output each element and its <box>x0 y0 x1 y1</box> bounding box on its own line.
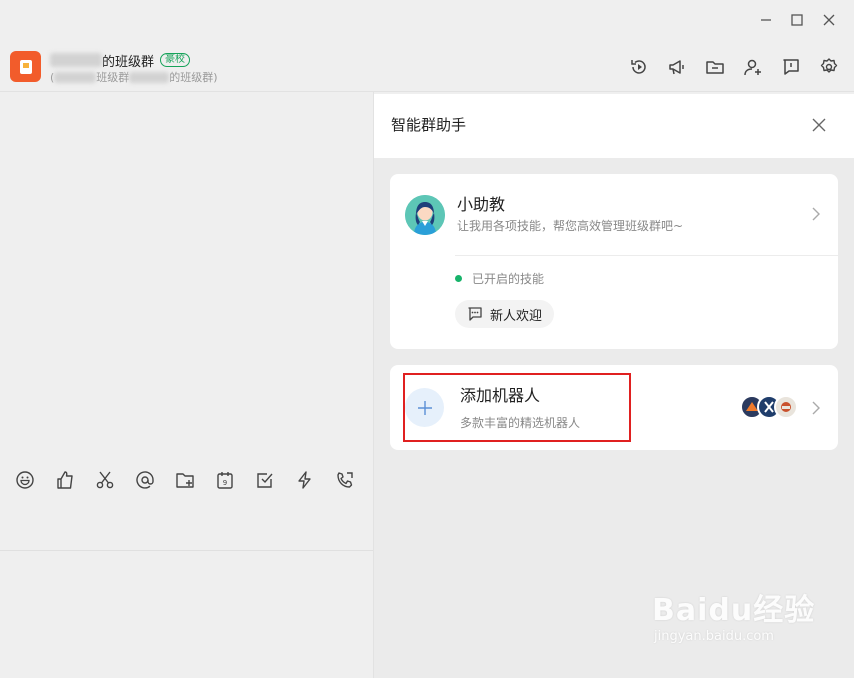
bot-avatars <box>740 395 800 421</box>
baidu-watermark: Baidu经验 jingyan.baidu.com <box>652 585 815 644</box>
chevron-right-icon <box>810 207 822 221</box>
group-name[interactable]: 的班级群 <box>102 51 154 70</box>
highlight-box <box>403 373 631 442</box>
folder-icon[interactable] <box>704 56 726 78</box>
group-name-row: 的班级群 豪校 <box>50 50 191 70</box>
phone-video-icon[interactable] <box>334 469 356 491</box>
skill-chip-label: 新人欢迎 <box>490 308 543 324</box>
chat-bubble-icon <box>468 307 482 321</box>
mention-icon[interactable] <box>134 469 156 491</box>
message-square-icon[interactable] <box>780 56 802 78</box>
minimize-icon[interactable] <box>756 10 776 30</box>
group-badge: 豪校 <box>160 53 191 67</box>
close-icon[interactable] <box>819 10 839 30</box>
maximize-icon[interactable] <box>787 10 807 30</box>
chevron-right-icon <box>810 401 822 415</box>
skills-label: 已开启的技能 <box>472 272 545 286</box>
card-divider <box>455 255 838 256</box>
add-bot-card[interactable]: 添加机器人 多款丰富的精选机器人 <box>390 365 838 450</box>
redacted-text <box>54 71 97 83</box>
assistant-avatar <box>405 195 445 235</box>
header-actions <box>628 56 840 78</box>
settings-icon[interactable] <box>818 56 840 78</box>
group-sub-suffix: 的班级群) <box>169 71 218 84</box>
announcement-icon[interactable] <box>666 56 688 78</box>
group-sub-mid: 班级群 <box>96 71 130 84</box>
like-icon[interactable] <box>54 469 76 491</box>
chat-header: 的班级群 豪校 ( 班级群 的班级群) <box>0 42 854 92</box>
lightning-icon[interactable] <box>294 469 316 491</box>
assistant-description: 让我用各项技能，帮您高效管理班级群吧~ <box>457 219 684 233</box>
history-icon[interactable] <box>628 56 650 78</box>
group-avatar[interactable] <box>10 51 41 82</box>
assistant-name: 小助教 <box>457 195 506 214</box>
bot-avatar <box>774 395 798 419</box>
input-toolbar: 9 <box>14 469 356 491</box>
status-dot <box>455 275 462 282</box>
watermark-sub: jingyan.baidu.com <box>654 629 774 644</box>
add-member-icon[interactable] <box>742 56 764 78</box>
redacted-text <box>129 71 170 83</box>
folder-add-icon[interactable] <box>174 469 196 491</box>
calendar-icon[interactable]: 9 <box>214 469 236 491</box>
svg-text:9: 9 <box>223 479 227 487</box>
panel-header: 智能群助手 <box>374 94 854 158</box>
redacted-text <box>50 53 102 67</box>
toolbar-divider <box>0 550 373 551</box>
scissors-icon[interactable] <box>94 469 116 491</box>
chat-message-area[interactable] <box>0 92 373 678</box>
skill-chip-welcome[interactable]: 新人欢迎 <box>455 300 555 328</box>
title-bar <box>0 0 854 42</box>
assistant-card[interactable]: 小助教 让我用各项技能，帮您高效管理班级群吧~ 已开启的技能 新人欢迎 <box>390 174 838 349</box>
checkbox-icon[interactable] <box>254 469 276 491</box>
watermark-main: Baidu经验 <box>652 593 816 628</box>
panel-title: 智能群助手 <box>391 116 467 134</box>
group-subtitle: ( 班级群 的班级群) <box>50 69 218 85</box>
close-panel-icon[interactable] <box>810 116 828 134</box>
emoji-icon[interactable] <box>14 469 36 491</box>
